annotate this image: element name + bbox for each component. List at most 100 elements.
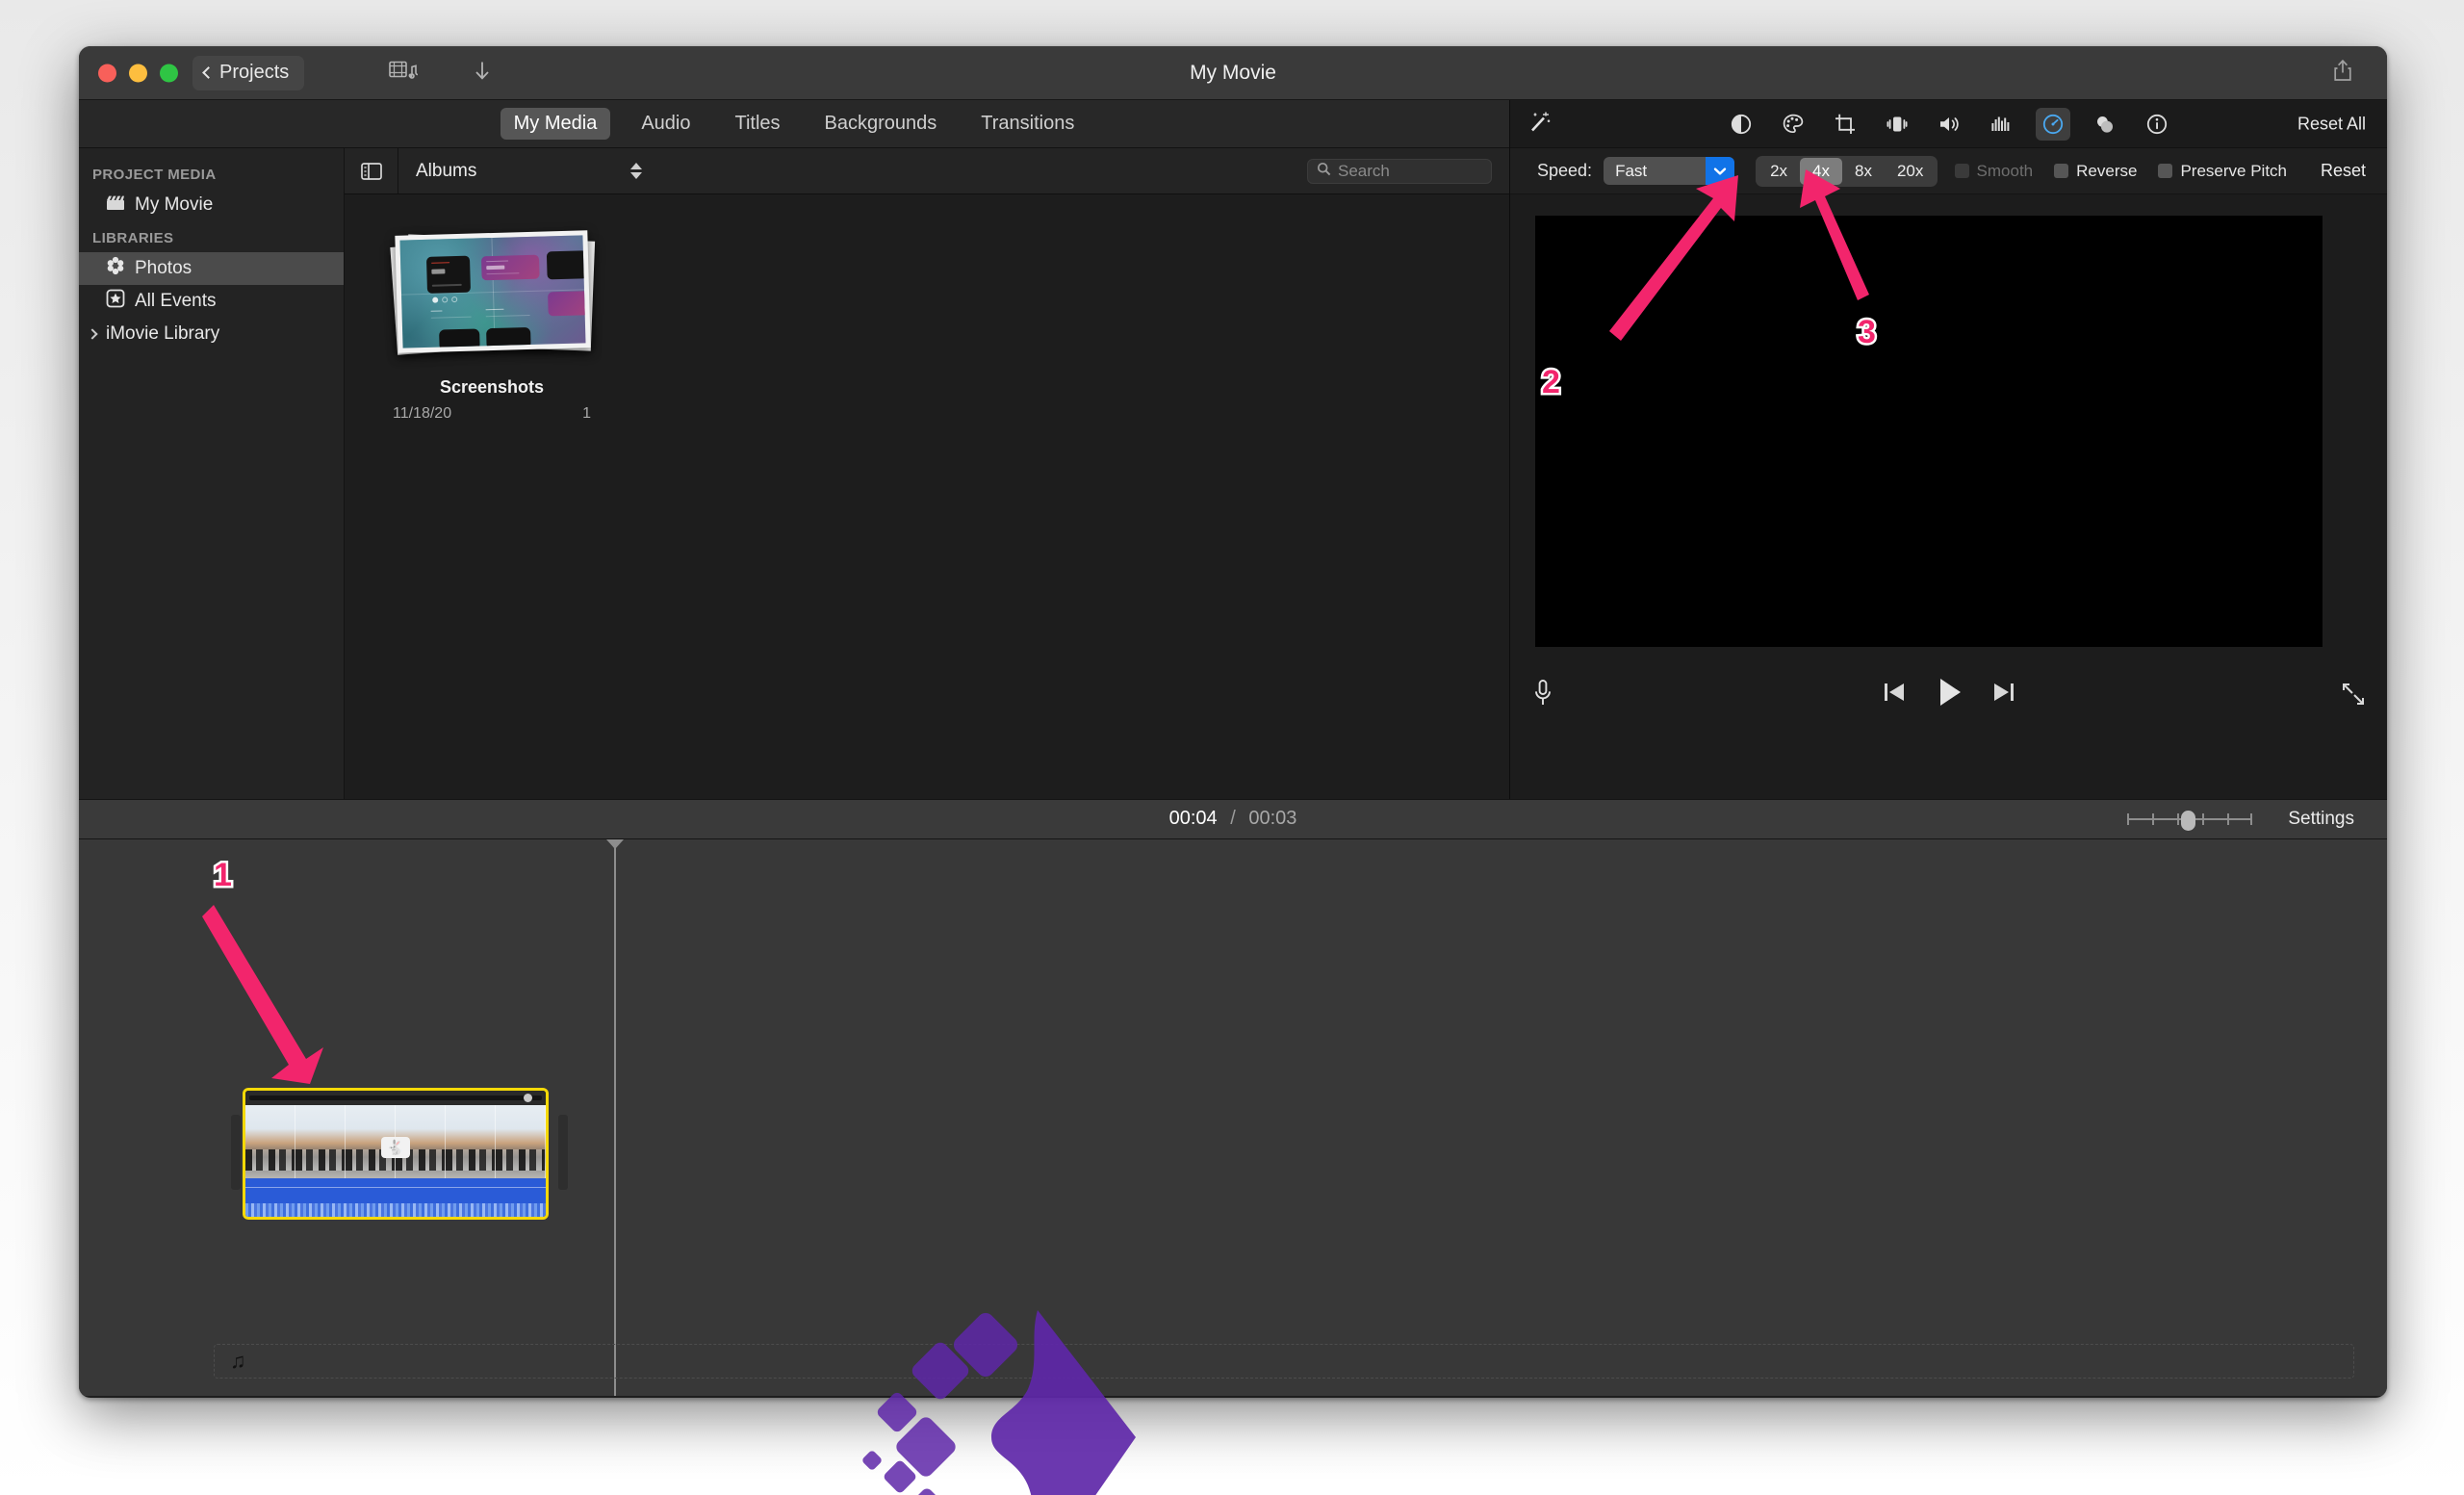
color-balance-icon[interactable] [1724, 108, 1758, 141]
clip-trim-handle-left[interactable] [231, 1115, 241, 1190]
up-down-stepper-icon[interactable] [630, 163, 643, 179]
window-titlebar: Projects My Movie [79, 46, 2387, 100]
inspector-toolbar: Reset All [1510, 100, 2387, 148]
rabbit-fast-icon: 🐇 [381, 1137, 410, 1158]
smooth-label: Smooth [1976, 161, 2034, 180]
clip-trim-handle-right[interactable] [558, 1115, 568, 1190]
playhead[interactable] [606, 839, 624, 1396]
crop-icon[interactable] [1828, 108, 1862, 141]
sidebar-item-imovie-library-label: iMovie Library [106, 323, 220, 344]
noise-reduction-equalizer-icon[interactable] [1984, 108, 2018, 141]
share-icon[interactable] [2331, 58, 2354, 88]
window-body: My Media Audio Titles Backgrounds Transi… [79, 100, 2387, 1398]
music-note-icon: ♫ [230, 1349, 246, 1373]
preserve-pitch-label: Preserve Pitch [2180, 161, 2287, 180]
auto-enhance-wand-icon[interactable] [1527, 109, 1553, 139]
annotation-number-2: 2 [1540, 362, 1563, 403]
color-correction-palette-icon[interactable] [1776, 108, 1810, 141]
photos-flower-icon [106, 256, 125, 281]
speed-20x-button[interactable]: 20x [1885, 158, 1936, 185]
tab-titles[interactable]: Titles [721, 108, 793, 140]
media-tabbar: My Media Audio Titles Backgrounds Transi… [79, 100, 1509, 148]
sidebar-item-my-movie-label: My Movie [135, 194, 214, 215]
library-sidebar: PROJECT MEDIA My Movie LIBRARIES Photos … [79, 148, 345, 799]
upper-region: My Media Audio Titles Backgrounds Transi… [79, 100, 2387, 799]
smooth-checkbox[interactable]: Smooth [1954, 161, 2034, 181]
search-placeholder: Search [1338, 161, 1390, 180]
timeline-clip[interactable]: 🐇 [243, 1088, 549, 1220]
clip-speed-bar[interactable] [245, 1091, 546, 1105]
clip-audio-waveform [245, 1178, 546, 1217]
speed-4x-button[interactable]: 4x [1800, 157, 1842, 185]
album-count: 1 [582, 405, 591, 422]
audio-dropzone[interactable]: ♫ [214, 1344, 2354, 1379]
speed-gauge-icon[interactable] [2035, 107, 2070, 141]
info-icon[interactable] [2140, 108, 2174, 141]
annotation-number-1: 1 [212, 855, 235, 896]
speed-8x-button[interactable]: 8x [1842, 158, 1885, 185]
browser-toolbar: Albums Search [345, 148, 1509, 194]
album-meta: 11/18/20 1 [391, 405, 593, 423]
tab-transitions[interactable]: Transitions [967, 108, 1088, 140]
search-input[interactable]: Search [1307, 158, 1492, 184]
current-time: 00:04 [1168, 808, 1218, 829]
speed-multiplier-group: 2x 4x 8x 20x [1756, 155, 1938, 187]
timeline-zoom-slider[interactable] [2127, 811, 2252, 831]
timeline[interactable]: 🐇 ♫ [79, 839, 2387, 1396]
sidebar-item-imovie-library[interactable]: iMovie Library [79, 318, 344, 350]
preserve-pitch-checkbox[interactable]: Preserve Pitch [2158, 162, 2287, 181]
sidebar-toggle-icon[interactable] [345, 148, 398, 193]
speed-mode-dropdown[interactable]: Fast [1604, 157, 1735, 185]
skip-to-start-icon[interactable] [1882, 679, 1907, 710]
clapperboard-icon [106, 194, 125, 217]
transport-buttons [1882, 676, 2016, 713]
fullscreen-expand-icon[interactable] [2341, 682, 2366, 711]
album-item-screenshots[interactable]: Screenshots 11/18/20 1 [390, 225, 596, 423]
speed-reset-button[interactable]: Reset [2321, 161, 2366, 181]
annotation-number-3: 3 [1856, 312, 1879, 353]
reset-all-button[interactable]: Reset All [2297, 114, 2366, 134]
clip-speed-knob[interactable] [524, 1094, 532, 1102]
clip-filter-icon[interactable] [2088, 108, 2122, 141]
speed-options: Smooth Reverse Preserve Pitch [1954, 161, 2287, 181]
sidebar-item-all-events[interactable]: All Events [79, 285, 344, 318]
media-main: PROJECT MEDIA My Movie LIBRARIES Photos … [79, 148, 1509, 799]
video-canvas[interactable] [1535, 216, 2323, 647]
stabilization-camera-icon[interactable] [1880, 108, 1914, 141]
media-panel: My Media Audio Titles Backgrounds Transi… [79, 100, 1510, 799]
reverse-label: Reverse [2076, 161, 2138, 180]
timecode-bar: 00:04 / 00:03 Settings [79, 799, 2387, 839]
sidebar-item-all-events-label: All Events [135, 291, 217, 311]
chevron-down-icon[interactable] [1706, 157, 1735, 185]
media-browser: Albums Search Screenshots 11/18/20 1 [345, 148, 1509, 799]
disclosure-chevron-icon[interactable] [87, 328, 98, 340]
reverse-checkbox[interactable]: Reverse [2054, 162, 2137, 181]
inspector-tool-buttons [1724, 107, 2174, 141]
speed-2x-button[interactable]: 2x [1758, 158, 1800, 185]
volume-speaker-icon[interactable] [1932, 108, 1966, 141]
timecode-separator: / [1230, 808, 1236, 829]
play-icon[interactable] [1936, 676, 1963, 713]
imovie-window: Projects My Movie My Media Audio Titles … [79, 46, 2387, 1398]
grouping-label[interactable]: Albums [416, 161, 476, 182]
speed-label: Speed: [1537, 161, 1593, 180]
album-date: 11/18/20 [393, 405, 452, 422]
playhead-handle[interactable] [606, 839, 624, 849]
microphone-icon[interactable] [1531, 678, 1554, 713]
sidebar-header-project-media: PROJECT MEDIA [92, 167, 217, 183]
timeline-settings-button[interactable]: Settings [2288, 809, 2354, 830]
checkbox-box [1954, 164, 1969, 178]
tab-my-media[interactable]: My Media [500, 108, 611, 140]
tab-backgrounds[interactable]: Backgrounds [811, 108, 951, 140]
viewer-panel: Reset All Speed: Fast 2x 4x 8x 20x Smoot… [1510, 100, 2387, 799]
total-time: 00:03 [1248, 808, 1297, 829]
sidebar-item-photos[interactable]: Photos [79, 252, 344, 285]
speed-mode-value: Fast [1615, 161, 1648, 180]
skip-to-end-icon[interactable] [1991, 679, 2016, 710]
sidebar-item-my-movie[interactable]: My Movie [79, 189, 344, 221]
zoom-slider-knob[interactable] [2181, 811, 2195, 831]
sidebar-item-photos-label: Photos [135, 258, 192, 278]
album-thumbnail [390, 225, 596, 360]
screen: Projects My Movie My Media Audio Titles … [0, 0, 2464, 1495]
tab-audio[interactable]: Audio [628, 108, 704, 140]
